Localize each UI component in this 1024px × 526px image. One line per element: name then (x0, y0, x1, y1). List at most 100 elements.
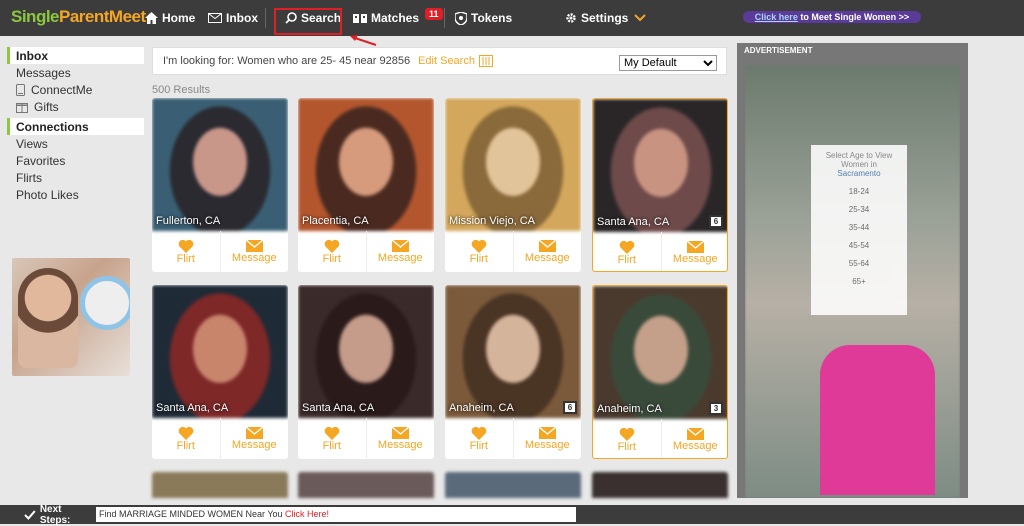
next-steps-bar: Next Steps: Find MARRIAGE MINDED WOMEN N… (0, 504, 1024, 526)
photo-count-badge: 3 (709, 402, 723, 415)
profile-actions: Flirt Message (593, 419, 728, 458)
envelope-icon (686, 240, 704, 253)
envelope-icon (391, 426, 409, 439)
profile-card-partial (445, 472, 581, 498)
next-steps-link[interactable]: Click Here! (285, 509, 329, 519)
age-option[interactable]: 55-64 (811, 259, 907, 268)
profile-card[interactable]: Mission Viejo, CA Flirt Message (445, 98, 581, 272)
profile-photo[interactable] (298, 98, 434, 231)
profile-photo[interactable] (593, 99, 727, 232)
flirt-button[interactable]: Flirt (445, 418, 514, 459)
profile-card[interactable]: Santa Ana, CA Flirt Message (298, 285, 434, 459)
message-button[interactable]: Message (662, 419, 728, 458)
heart-icon (471, 239, 487, 253)
profile-card-partial (152, 472, 288, 498)
envelope-icon (391, 239, 409, 252)
envelope-icon (208, 13, 222, 23)
search-filter-bar: I'm looking for: Women who are 25- 45 ne… (152, 47, 727, 75)
next-steps-box: Find MARRIAGE MINDED WOMEN Near You Clic… (96, 507, 576, 522)
ad-image[interactable]: Select Age to View Women in Sacramento 1… (745, 65, 960, 498)
message-button[interactable]: Message (221, 418, 289, 459)
saved-search-select[interactable]: My Default (619, 55, 717, 71)
age-option[interactable]: 35-44 (811, 223, 907, 232)
nav-settings[interactable]: Settings (565, 0, 650, 36)
search-highlight-box (274, 8, 342, 35)
profile-photo[interactable] (445, 285, 581, 418)
profile-location: Santa Ana, CA (597, 216, 670, 228)
flirt-button[interactable]: Flirt (593, 232, 662, 271)
sidebar-item-views[interactable]: Views (7, 135, 144, 152)
age-option[interactable]: 25-34 (811, 205, 907, 214)
sidebar-head-inbox[interactable]: Inbox (7, 47, 144, 64)
heart-icon (471, 426, 487, 440)
sidebar-item-gifts[interactable]: Gifts (7, 98, 144, 115)
profile-actions: Flirt Message (298, 231, 434, 272)
profile-actions: Flirt Message (152, 231, 288, 272)
sidebar-item-photo-likes[interactable]: Photo Likes (7, 186, 144, 203)
matches-icon (353, 13, 367, 23)
flirt-button[interactable]: Flirt (298, 418, 367, 459)
message-button[interactable]: Message (514, 418, 582, 459)
age-option[interactable]: 65+ (811, 277, 907, 286)
top-navigation-bar: SingleParentMeet Home Inbox Search Match… (0, 0, 1024, 36)
ad-badge-image (80, 276, 130, 330)
nav-home[interactable]: Home (145, 0, 195, 36)
message-button[interactable]: Message (662, 232, 728, 271)
nav-divider (444, 8, 445, 28)
profile-card[interactable]: Fullerton, CA Flirt Message (152, 98, 288, 272)
chevron-down-icon (634, 14, 647, 22)
heart-icon (619, 427, 635, 441)
profile-photo[interactable] (445, 98, 581, 231)
profile-card[interactable]: Santa Ana, CA 6 Flirt Message (592, 98, 728, 272)
message-button[interactable]: Message (367, 231, 435, 272)
sidebar: Inbox Messages ConnectMe Gifts Connectio… (7, 47, 144, 203)
flirt-button[interactable]: Flirt (298, 231, 367, 272)
profile-actions: Flirt Message (445, 418, 581, 459)
sidebar-head-connections[interactable]: Connections (7, 118, 144, 135)
profile-photo[interactable] (152, 98, 288, 231)
profile-location: Anaheim, CA (449, 402, 514, 414)
heart-icon (324, 239, 340, 253)
profile-photo[interactable] (152, 285, 288, 418)
nav-tokens[interactable]: Tokens (455, 0, 512, 36)
flirt-button[interactable]: Flirt (152, 418, 221, 459)
heart-icon (324, 426, 340, 440)
annotation-arrow-icon (350, 35, 377, 46)
sliders-icon[interactable] (478, 55, 493, 67)
flirt-button[interactable]: Flirt (593, 419, 662, 458)
sidebar-item-flirts[interactable]: Flirts (7, 169, 144, 186)
heart-icon (178, 239, 194, 253)
ad-age-selector[interactable]: Select Age to View Women in Sacramento 1… (811, 145, 907, 315)
flirt-button[interactable]: Flirt (445, 231, 514, 272)
age-option[interactable]: 18-24 (811, 187, 907, 196)
sidebar-ad-image[interactable] (12, 258, 130, 376)
message-button[interactable]: Message (367, 418, 435, 459)
edit-search-link[interactable]: Edit Search (418, 55, 475, 67)
message-button[interactable]: Message (221, 231, 289, 272)
sidebar-item-connectme[interactable]: ConnectMe (7, 81, 144, 98)
profile-card[interactable]: Anaheim, CA 3 Flirt Message (592, 285, 728, 459)
profile-photo[interactable] (593, 286, 727, 419)
profile-card[interactable]: Santa Ana, CA Flirt Message (152, 285, 288, 459)
nav-matches[interactable]: Matches 11 (353, 0, 443, 36)
flirt-button[interactable]: Flirt (152, 231, 221, 272)
sidebar-item-favorites[interactable]: Favorites (7, 152, 144, 169)
site-logo[interactable]: SingleParentMeet (11, 7, 146, 27)
age-option[interactable]: 45-54 (811, 241, 907, 250)
heart-icon (178, 426, 194, 440)
profile-location: Santa Ana, CA (156, 402, 229, 414)
promo-banner[interactable]: Click here to Meet Single Women >> (743, 11, 921, 23)
profile-location: Fullerton, CA (156, 215, 221, 227)
envelope-icon (245, 239, 263, 252)
next-steps-label: Next Steps: (24, 504, 94, 526)
sidebar-item-messages[interactable]: Messages (7, 64, 144, 81)
profile-card[interactable]: Placentia, CA Flirt Message (298, 98, 434, 272)
profile-location: Placentia, CA (302, 215, 369, 227)
profile-card[interactable]: Anaheim, CA 6 Flirt Message (445, 285, 581, 459)
profile-photo[interactable] (298, 285, 434, 418)
envelope-icon (686, 427, 704, 440)
nav-divider (265, 8, 266, 28)
nav-inbox[interactable]: Inbox (208, 0, 258, 36)
gear-icon (566, 13, 576, 23)
message-button[interactable]: Message (514, 231, 582, 272)
